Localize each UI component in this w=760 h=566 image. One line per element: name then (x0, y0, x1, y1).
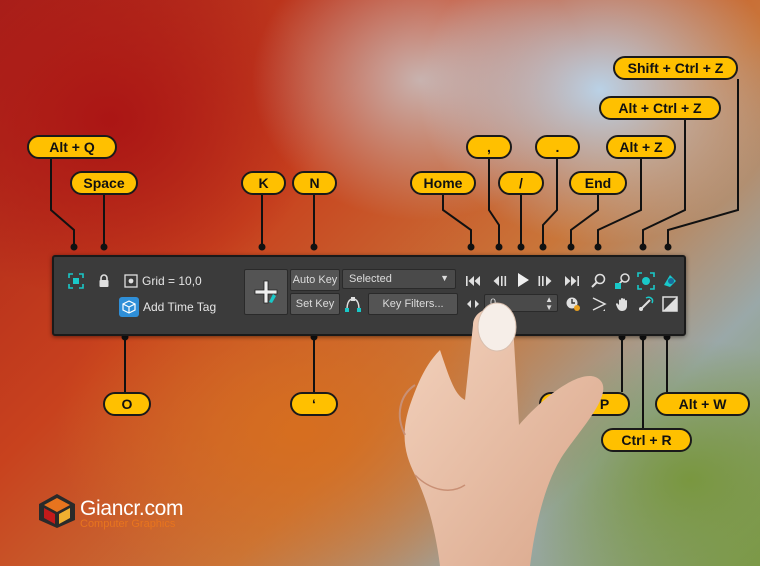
hand-illustration (398, 302, 604, 566)
pointer-dot (310, 243, 318, 251)
shortcut-label-go-to-end: End (569, 171, 627, 195)
shortcut-label-go-to-start: Home (410, 171, 476, 195)
add-time-tag-icon[interactable] (119, 297, 139, 317)
pointer-dot (639, 243, 647, 251)
add-time-tag-label[interactable]: Add Time Tag (143, 300, 216, 314)
pointer-dot (100, 243, 108, 251)
set-key-mode-button[interactable]: Set Key (290, 293, 340, 315)
key-mode-value: Selected (349, 273, 392, 285)
shortcut-label-play: / (498, 171, 544, 195)
grid-spacing-label: Grid = 10,0 (142, 274, 202, 288)
zoom-extents-all-icon[interactable] (661, 272, 679, 290)
maximize-viewport-icon[interactable] (661, 295, 679, 313)
shortcut-label-grid: O (103, 392, 151, 416)
shortcut-label-auto-key: N (292, 171, 337, 195)
grid-icon[interactable] (122, 272, 140, 290)
pointer-dot (495, 243, 503, 251)
shortcut-label-next-frame: . (535, 135, 580, 159)
pointer-dot (70, 243, 78, 251)
logo-domain: .com (138, 497, 184, 520)
pointer-dot (517, 243, 525, 251)
shortcut-label-redo-view: Shift + Ctrl + Z (613, 56, 738, 80)
shortcut-label-lock-selection: Space (70, 171, 138, 195)
pointer-dot (594, 243, 602, 251)
shortcut-label-key-filter: ‘ (290, 392, 338, 416)
lock-icon[interactable] (95, 272, 113, 290)
shortcut-label-isolate: Alt + Q (27, 135, 117, 159)
chevron-down-icon: ▼ (440, 273, 449, 283)
shortcut-label-prev-frame: , (466, 135, 512, 159)
giancr-logo-icon (39, 494, 75, 528)
isolate-selection-icon[interactable] (67, 272, 85, 290)
logo-subtitle: Computer Graphics (80, 518, 176, 530)
logo-name: Giancr (80, 497, 139, 520)
pointer-dot (664, 243, 672, 251)
pointer-dot (539, 243, 547, 251)
shortcut-label-maximize-viewport: Alt + W (655, 392, 750, 416)
pointer-dot (258, 243, 266, 251)
pointer-dot (467, 243, 475, 251)
shortcut-label-set-key: K (241, 171, 286, 195)
auto-key-button[interactable]: Auto Key (290, 269, 340, 291)
orbit-icon[interactable] (637, 295, 655, 313)
key-filter-toggle-icon[interactable] (344, 295, 362, 313)
pointer-dot (567, 243, 575, 251)
shortcut-label-zoom-extents: Alt + Z (606, 135, 676, 159)
shortcut-label-undo-view: Alt + Ctrl + Z (599, 96, 721, 120)
zoom-extents-icon[interactable] (637, 272, 655, 290)
set-key-button[interactable] (244, 269, 288, 315)
